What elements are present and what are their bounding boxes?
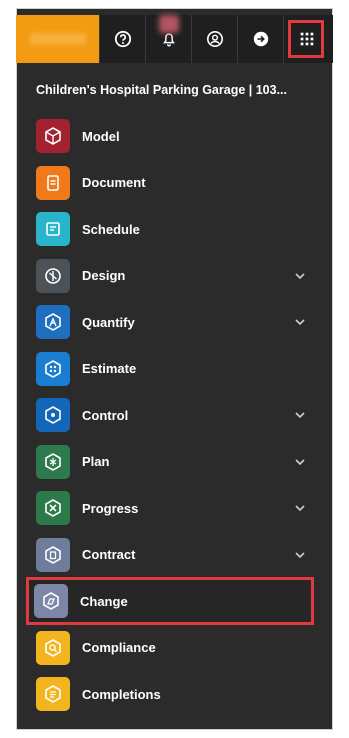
notifications-button[interactable] bbox=[145, 15, 191, 63]
schedule-icon bbox=[36, 212, 70, 246]
contract-icon bbox=[36, 537, 70, 572]
menu-item-plan[interactable]: Plan bbox=[30, 442, 320, 482]
apps-grid-icon bbox=[300, 32, 313, 46]
project-title[interactable]: Children's Hospital Parking Garage | 103… bbox=[36, 83, 306, 97]
notification-badge-blurred bbox=[159, 15, 179, 33]
menu-item-contract[interactable]: Contract bbox=[30, 535, 320, 575]
chevron-down-icon[interactable] bbox=[294, 456, 306, 468]
menu-item-estimate[interactable]: Estimate bbox=[30, 349, 320, 389]
estimate-icon bbox=[36, 351, 70, 386]
menu-item-label: Control bbox=[82, 407, 129, 423]
logout-icon bbox=[253, 31, 268, 47]
menu-item-completions[interactable]: Completions bbox=[30, 674, 320, 714]
help-icon bbox=[114, 30, 131, 48]
model-icon bbox=[36, 119, 70, 153]
menu-item-document[interactable]: Document bbox=[30, 163, 320, 203]
change-icon bbox=[34, 584, 68, 618]
top-bar bbox=[16, 15, 333, 63]
menu-item-label: Model bbox=[82, 128, 120, 144]
compliance-icon bbox=[36, 630, 70, 665]
menu-item-label: Design bbox=[82, 268, 126, 283]
menu-item-label: Progress bbox=[82, 500, 139, 516]
logout-button[interactable] bbox=[237, 15, 283, 63]
account-icon bbox=[206, 30, 223, 48]
apps-grid-button[interactable] bbox=[283, 15, 329, 63]
menu-item-label: Contract bbox=[82, 547, 136, 562]
plan-icon bbox=[36, 444, 70, 479]
progress-icon bbox=[36, 491, 70, 525]
menu-item-label: Plan bbox=[82, 454, 110, 469]
brand-logo[interactable] bbox=[16, 15, 99, 63]
menu-item-schedule[interactable]: Schedule bbox=[30, 209, 320, 249]
menu-item-quantify[interactable]: Quantify bbox=[30, 302, 320, 342]
menu-item-label: Compliance bbox=[82, 640, 156, 655]
menu-item-design[interactable]: Design bbox=[30, 256, 320, 296]
menu-item-compliance[interactable]: Compliance bbox=[30, 628, 320, 668]
menu-item-change[interactable]: Change bbox=[26, 577, 314, 625]
brand-logo-blurred bbox=[29, 33, 86, 45]
design-icon bbox=[36, 258, 70, 293]
help-button[interactable] bbox=[99, 15, 145, 63]
menu-item-label: Completions bbox=[82, 686, 161, 702]
menu-item-label: Estimate bbox=[82, 361, 137, 376]
chevron-down-icon[interactable] bbox=[294, 316, 306, 328]
menu-item-model[interactable]: Model bbox=[30, 116, 320, 156]
quantify-icon bbox=[36, 305, 70, 339]
menu-item-progress[interactable]: Progress bbox=[30, 488, 320, 528]
completions-icon bbox=[36, 677, 70, 711]
document-icon bbox=[36, 165, 70, 200]
control-icon bbox=[36, 398, 70, 432]
chevron-down-icon[interactable] bbox=[294, 502, 306, 514]
menu-item-label: Change bbox=[80, 593, 128, 609]
menu-item-control[interactable]: Control bbox=[30, 395, 320, 435]
menu-item-label: Schedule bbox=[82, 221, 140, 237]
chevron-down-icon[interactable] bbox=[294, 409, 306, 421]
account-button[interactable] bbox=[191, 15, 237, 63]
menu-item-label: Document bbox=[82, 175, 146, 190]
menu-item-label: Quantify bbox=[82, 314, 135, 330]
chevron-down-icon[interactable] bbox=[294, 549, 306, 561]
chevron-down-icon[interactable] bbox=[294, 270, 306, 282]
